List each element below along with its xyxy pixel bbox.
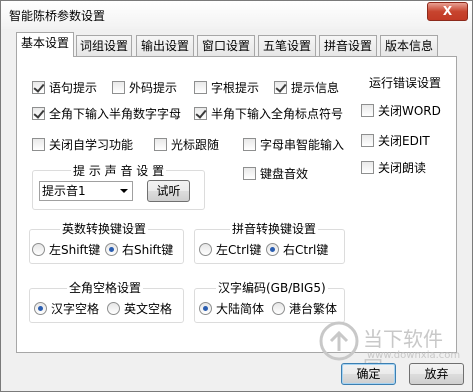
chevron-down-icon[interactable] <box>120 189 128 193</box>
radio-right-ctrl[interactable]: 右Ctrl键 <box>266 241 328 257</box>
checkbox-cursor-follow[interactable]: 光标跟随 <box>154 136 219 152</box>
checkbox-label: 关闭自学习功能 <box>49 137 134 152</box>
listen-button[interactable]: 试听 <box>147 180 190 202</box>
radio-label: 英文空格 <box>124 301 173 316</box>
cancel-button[interactable]: 放弃 <box>409 363 464 385</box>
radio-simplified[interactable]: 大陆简体 <box>199 300 264 316</box>
radio-label: 右Ctrl键 <box>283 242 329 257</box>
checkbox-keyboard-sound[interactable]: 键盘音效 <box>243 165 308 181</box>
tab-version[interactable]: 版本信息 <box>380 35 438 56</box>
radio-label: 汉字空格 <box>51 301 100 316</box>
checkbox-label: 关闭EDIT <box>378 133 430 148</box>
checkbox-label: 字根提示 <box>211 80 260 95</box>
checkbox-label: 语句提示 <box>49 80 98 95</box>
radio-dot[interactable] <box>107 301 120 315</box>
sound-select[interactable]: 提示音1 <box>39 181 133 201</box>
checkbox-label: 全角下输入半角数字字母 <box>49 106 182 121</box>
radio-left-shift[interactable]: 左Shift键 <box>32 241 100 257</box>
radio-dot[interactable] <box>34 301 47 315</box>
checkbox-sentence-hint[interactable]: 语句提示 <box>32 79 97 95</box>
checkbox-box[interactable] <box>361 160 374 174</box>
radio-english-space[interactable]: 英文空格 <box>107 300 172 316</box>
checkbox-label: 关闭WORD <box>378 103 441 118</box>
tab-window[interactable]: 窗口设置 <box>197 35 255 56</box>
close-button[interactable]: X <box>427 2 468 21</box>
title-bar: 智能陈桥参数设置 X <box>1 1 472 29</box>
ok-button[interactable]: 确定 <box>341 363 396 385</box>
radio-hanzi-space[interactable]: 汉字空格 <box>34 300 99 316</box>
dialog-window: 智能陈桥参数设置 X 基本设置 词组设置 输出设置 窗口设置 五笔设置 拼音设置… <box>0 0 473 392</box>
radio-dot[interactable] <box>105 242 118 256</box>
checkbox-smart-letter-input[interactable]: 字母串智能输入 <box>243 136 344 152</box>
checkbox-radical-hint[interactable]: 字根提示 <box>194 79 259 95</box>
tab-pinyin[interactable]: 拼音设置 <box>319 35 377 56</box>
window-title: 智能陈桥参数设置 <box>9 9 106 23</box>
error-settings-label: 运行错误设置 <box>367 74 444 91</box>
tab-wubi[interactable]: 五笔设置 <box>258 35 316 56</box>
checkbox-close-word[interactable]: 关闭WORD <box>361 102 441 118</box>
checkbox-label: 半角下输入全角标点符号 <box>211 106 344 121</box>
checkbox-box[interactable] <box>154 137 167 151</box>
radio-label: 左Ctrl键 <box>216 242 262 257</box>
checkbox-box[interactable] <box>361 103 374 117</box>
checkbox-disable-self-learning[interactable]: 关闭自学习功能 <box>32 136 133 152</box>
radio-traditional[interactable]: 港台繁体 <box>272 300 337 316</box>
radio-label: 大陆简体 <box>216 301 265 316</box>
checkbox-halfwidth-input[interactable]: 半角下输入全角标点符号 <box>194 105 343 121</box>
checkbox-box[interactable] <box>243 137 256 151</box>
radio-dot[interactable] <box>199 242 212 256</box>
checkbox-box[interactable] <box>361 133 374 147</box>
radio-dot[interactable] <box>272 301 285 315</box>
pinyin-switch-label: 拼音转换键设置 <box>230 220 319 237</box>
checkbox-box[interactable] <box>32 80 45 94</box>
radio-left-ctrl[interactable]: 左Ctrl键 <box>199 241 261 257</box>
tab-output[interactable]: 输出设置 <box>136 35 194 56</box>
sound-select-value: 提示音1 <box>42 184 86 198</box>
checkbox-label: 提示信息 <box>291 80 340 95</box>
radio-right-shift[interactable]: 右Shift键 <box>105 241 173 257</box>
radio-label: 右Shift键 <box>122 242 174 257</box>
checkbox-close-read[interactable]: 关闭朗读 <box>361 159 426 175</box>
checkbox-label: 字母串智能输入 <box>260 137 345 152</box>
checkbox-close-edit[interactable]: 关闭EDIT <box>361 132 430 148</box>
sound-settings-label: 提 示 声 音 设 置 <box>71 162 167 179</box>
alnum-switch-label: 英数转换键设置 <box>60 220 149 237</box>
checkbox-box[interactable] <box>243 166 256 180</box>
checkbox-box[interactable] <box>194 80 207 94</box>
radio-dot[interactable] <box>32 242 45 256</box>
checkbox-box[interactable] <box>274 80 287 94</box>
tab-basic[interactable]: 基本设置 <box>16 32 74 57</box>
radio-label: 港台繁体 <box>289 301 338 316</box>
tab-phrase[interactable]: 词组设置 <box>76 35 132 56</box>
radio-dot[interactable] <box>266 242 279 256</box>
checkbox-label: 光标跟随 <box>171 137 220 152</box>
checkbox-box[interactable] <box>32 106 45 120</box>
checkbox-label: 键盘音效 <box>260 166 309 181</box>
checkbox-hint-info[interactable]: 提示信息 <box>274 79 339 95</box>
fullwidth-space-label: 全角空格设置 <box>67 279 144 296</box>
checkbox-label: 关闭朗读 <box>378 160 427 175</box>
checkbox-box[interactable] <box>32 137 45 151</box>
checkbox-fullwidth-input[interactable]: 全角下输入半角数字字母 <box>32 105 181 121</box>
checkbox-box[interactable] <box>112 80 125 94</box>
encoding-label: 汉字编码(GB/BIG5) <box>216 279 328 296</box>
radio-dot[interactable] <box>199 301 212 315</box>
checkbox-label: 外码提示 <box>129 80 178 95</box>
checkbox-external-code-hint[interactable]: 外码提示 <box>112 79 177 95</box>
radio-label: 左Shift键 <box>49 242 101 257</box>
checkbox-box[interactable] <box>194 106 207 120</box>
